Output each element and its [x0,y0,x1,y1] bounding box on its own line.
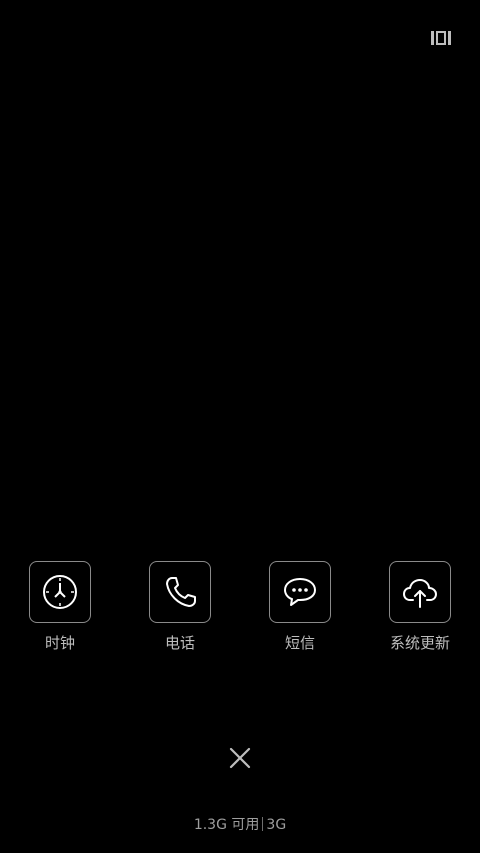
recent-apps-row: 时钟 电话 短信 系统更新 [0,561,480,661]
memory-total: 3G [266,817,287,833]
memory-divider [262,817,264,831]
app-label: 电话 [164,634,195,652]
phone-icon [166,577,196,607]
cloud-upload-icon [403,579,437,608]
app-label: 短信 [284,634,315,652]
clock-icon [43,575,77,609]
app-clock[interactable]: 时钟 [10,561,110,661]
memory-available: 1.3G 可用 [193,817,260,833]
app-clock-tile[interactable] [29,561,91,623]
app-system-update[interactable]: 系统更新 [370,561,470,661]
app-label: 系统更新 [389,634,450,652]
memory-status: 1.3G 可用 3G [0,815,480,835]
app-messages[interactable]: 短信 [250,561,350,661]
app-label: 时钟 [44,634,75,652]
app-phone-tile[interactable] [149,561,211,623]
message-icon [284,578,316,606]
app-system-update-tile[interactable] [389,561,451,623]
view-toggle-icon[interactable] [431,31,451,45]
close-icon [229,747,251,769]
close-all-button[interactable] [227,745,253,771]
app-messages-tile[interactable] [269,561,331,623]
app-phone[interactable]: 电话 [130,561,230,661]
